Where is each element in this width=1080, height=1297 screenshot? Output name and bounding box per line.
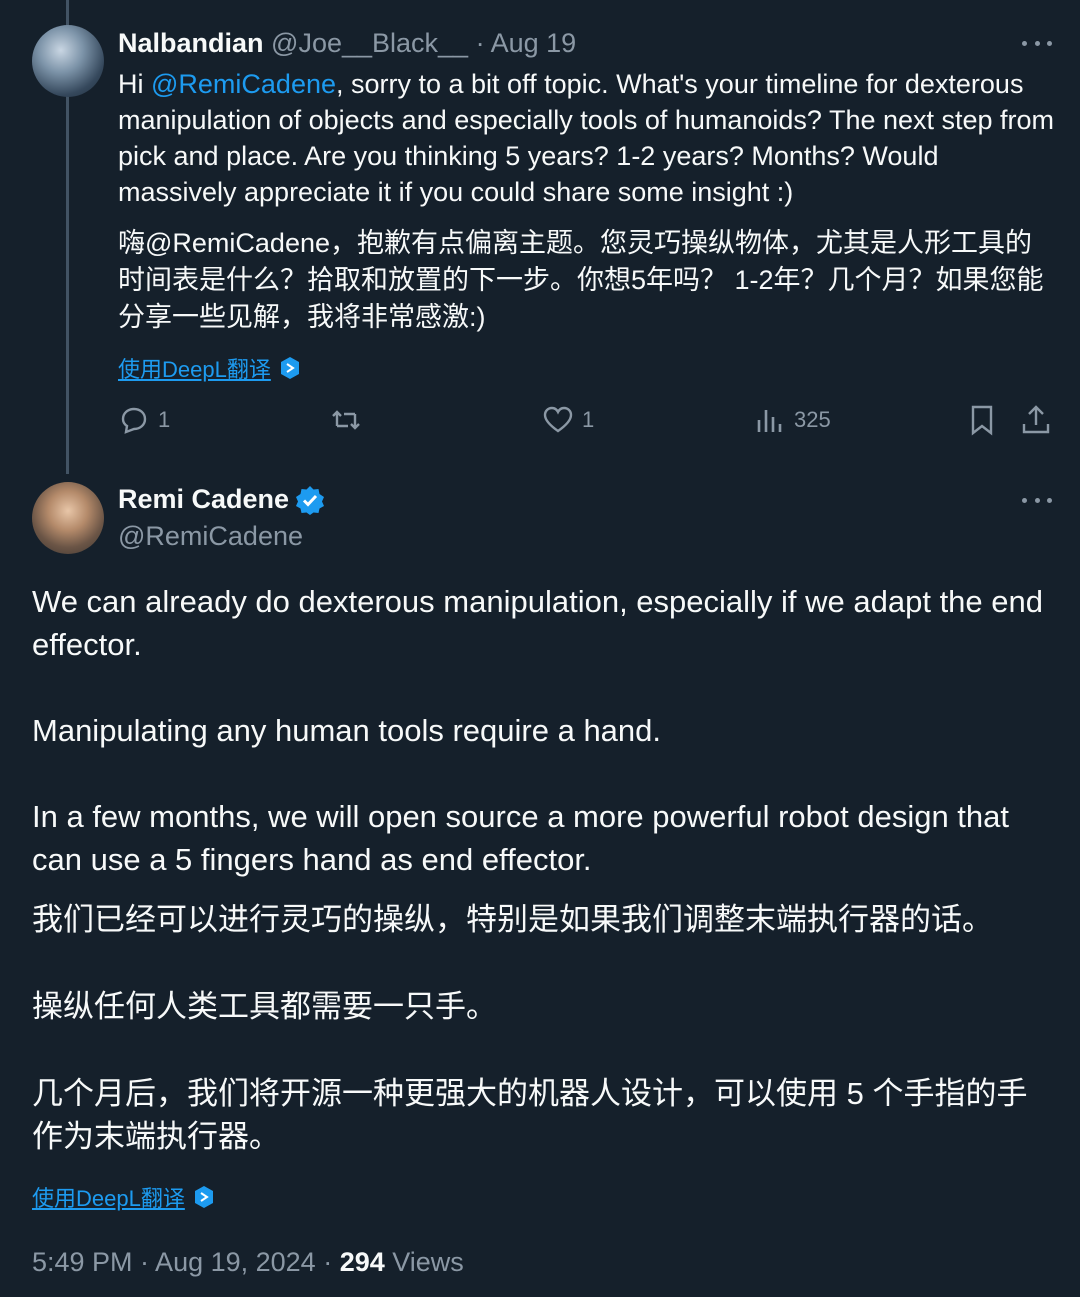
retweet-icon [332,410,360,430]
tweet-paragraph: We can already do dexterous manipulation… [32,584,1043,662]
post-date[interactable]: · Aug 19 [476,28,577,58]
display-name[interactable]: Remi Cadene [118,484,289,515]
reply-icon [121,407,147,434]
reply-header: Nalbandian @Joe__Black__ · Aug 19 [118,28,576,59]
action-bar: 1 1 325 [118,404,1058,444]
avatar[interactable] [32,25,104,97]
share-button[interactable] [1020,404,1052,436]
verified-badge-icon[interactable] [295,485,325,515]
tweet-metadata: 5:49 PM · Aug 19, 2024 · 294 Views [32,1247,464,1278]
main-translation: 我们已经可以进行灵巧的操纵，特别是如果我们调整末端执行器的话。 操纵任何人类工具… [32,898,1052,1158]
more-icon[interactable] [1022,38,1052,48]
reply-translation: 嗨@RemiCadene，抱歉有点偏离主题。您灵巧操纵物体，尤其是人形工具的时间… [118,228,1044,332]
translation-paragraph: 操纵任何人类工具都需要一只手。 [32,989,497,1024]
avatar[interactable] [32,482,104,554]
share-icon [1022,405,1050,434]
bookmark-button[interactable] [966,404,998,436]
tweet-paragraph: Manipulating any human tools require a h… [32,713,662,748]
bookmark-icon [971,405,993,436]
views-count: 294 [339,1247,385,1277]
handle[interactable]: @Joe__Black__ [271,28,468,58]
views-button[interactable]: 325 [754,404,831,436]
deepl-icon [280,357,299,379]
translate-link[interactable]: 使用DeepL翻译 [32,1181,215,1213]
main-header: Remi Cadene [118,484,325,515]
translation-paragraph: 几个月后，我们将开源一种更强大的机器人设计，可以使用 5 个手指的手作为末端执行… [32,1076,1028,1154]
display-name[interactable]: Nalbandian [118,28,264,58]
main-text: We can already do dexterous manipulation… [32,580,1052,881]
like-icon [543,406,573,433]
handle[interactable]: @RemiCadene [118,521,303,552]
retweet-button[interactable] [330,404,362,436]
deepl-icon [194,1186,213,1208]
mention-link[interactable]: @RemiCadene [151,69,336,99]
views-label: Views [384,1247,464,1277]
reply-button[interactable]: 1 [118,404,170,436]
more-icon[interactable] [1022,495,1052,505]
like-button[interactable]: 1 [542,404,594,436]
reply-text: Hi @RemiCadene, sorry to a bit off topic… [118,69,1055,207]
translation-paragraph: 我们已经可以进行灵巧的操纵，特别是如果我们调整末端执行器的话。 [32,902,993,937]
translate-link[interactable]: 使用DeepL翻译 [118,352,301,384]
timestamp[interactable]: 5:49 PM · Aug 19, 2024 · [32,1247,340,1277]
views-icon [757,410,782,432]
tweet-paragraph: In a few months, we will open source a m… [32,799,1010,877]
